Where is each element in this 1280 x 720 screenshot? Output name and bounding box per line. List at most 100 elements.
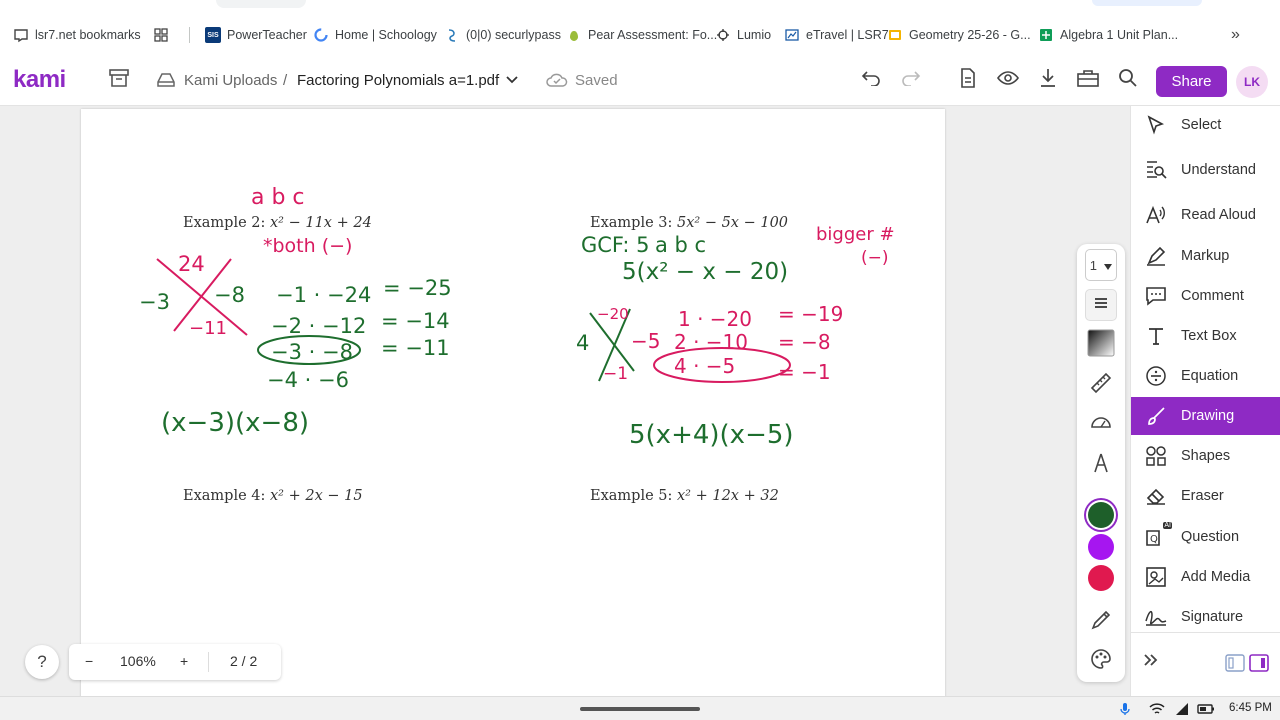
lines-icon	[1094, 296, 1108, 314]
color-picker-button[interactable]	[1085, 645, 1117, 677]
redo-button[interactable]	[898, 67, 924, 93]
ex3-sum-1: = −19	[778, 302, 843, 326]
pdf-page[interactable]: Example 2: x² − 11x + 24 Example 3: 5x² …	[81, 109, 945, 699]
undo-button[interactable]	[858, 67, 884, 93]
bookmark-securlypass[interactable]: (0|0) securlypass	[444, 22, 561, 48]
microphone-icon[interactable]	[1119, 702, 1133, 716]
layout-right-panel-button[interactable]	[1249, 654, 1269, 677]
compass-button[interactable]	[1085, 449, 1117, 481]
bookmark-schoology[interactable]: Home | Schoology	[313, 22, 437, 48]
home-bar[interactable]	[580, 707, 700, 711]
tool-select[interactable]: Select	[1131, 106, 1280, 144]
ex2-x-top: 24	[178, 252, 205, 276]
etravel-icon	[784, 27, 800, 43]
archive-button[interactable]	[106, 67, 132, 93]
color-swatch-red[interactable]	[1088, 565, 1114, 591]
eyedropper-button[interactable]	[1085, 606, 1117, 638]
kami-logo[interactable]: kami	[13, 66, 66, 94]
tool-question[interactable]: Q AI Question	[1131, 518, 1280, 556]
stroke-style-button[interactable]	[1085, 289, 1117, 321]
ex3-x-bottom: −1	[603, 364, 628, 384]
tool-equation[interactable]: Equation	[1131, 357, 1280, 395]
tool-read-aloud[interactable]: Read Aloud	[1131, 196, 1280, 234]
browser-profile-strip	[1092, 0, 1202, 6]
document-icon	[959, 67, 977, 93]
tool-eraser[interactable]: Eraser	[1131, 477, 1280, 515]
wifi-icon[interactable]	[1149, 702, 1165, 716]
tool-text-box[interactable]: Text Box	[1131, 317, 1280, 355]
tool-add-media[interactable]: Add Media	[1131, 558, 1280, 596]
tool-comment[interactable]: Comment	[1131, 277, 1280, 315]
help-button[interactable]: ?	[25, 645, 59, 679]
ex2-pair-2: −2 · −12	[271, 314, 366, 338]
toolbox-button[interactable]	[1075, 67, 1101, 93]
view-button[interactable]	[995, 67, 1021, 93]
file-menu-button[interactable]	[500, 67, 524, 93]
zoom-out-button[interactable]: −	[85, 653, 93, 669]
zoom-level[interactable]: 106%	[120, 653, 156, 669]
protractor-button[interactable]	[1085, 407, 1117, 439]
layout-left-panel-button[interactable]	[1225, 654, 1245, 677]
save-status: Saved	[575, 72, 618, 89]
download-button[interactable]	[1035, 67, 1061, 93]
color-swatch-purple[interactable]	[1088, 534, 1114, 560]
read-aloud-icon	[1143, 202, 1169, 228]
avatar[interactable]: LK	[1236, 66, 1268, 98]
stroke-size-select[interactable]: 1	[1085, 249, 1117, 281]
tool-sidebar: Select Understand Read Aloud Markup Comm…	[1130, 106, 1280, 632]
tool-signature[interactable]: Signature	[1131, 598, 1280, 636]
page-indicator[interactable]: 2 / 2	[230, 653, 257, 669]
tool-drawing[interactable]: Drawing	[1131, 397, 1280, 435]
ex2-pair-1: −1 · −24	[276, 283, 371, 307]
ex2-answer: (x−3)(x−8)	[161, 408, 309, 438]
search-icon	[1118, 68, 1138, 93]
document-viewport[interactable]: Example 2: x² − 11x + 24 Example 3: 5x² …	[0, 106, 1130, 699]
tool-shapes[interactable]: Shapes	[1131, 437, 1280, 475]
more-bookmarks-button[interactable]: »	[1231, 22, 1240, 48]
bookmark-lsr7[interactable]: lsr7.net bookmarks	[13, 22, 141, 48]
tool-understand[interactable]: Understand	[1131, 151, 1280, 189]
collapse-sidebar-button[interactable]	[1143, 653, 1159, 672]
chevron-down-icon	[1104, 258, 1113, 273]
ex3-factored: 5(x² − x − 20)	[622, 259, 788, 285]
tool-markup[interactable]: Markup	[1131, 237, 1280, 275]
bookmark-lumio[interactable]: Lumio	[715, 22, 771, 48]
zoom-divider	[208, 652, 209, 672]
gradient-opacity-icon	[1087, 329, 1115, 362]
file-name[interactable]: Factoring Polynomials a=1.pdf	[297, 72, 499, 89]
bookmark-geometry[interactable]: Geometry 25-26 - G...	[887, 22, 1031, 48]
zoom-in-button[interactable]: +	[180, 653, 188, 669]
comment-icon	[1143, 283, 1169, 309]
google-icon	[313, 27, 329, 43]
svg-text:Q: Q	[1150, 534, 1158, 545]
bookmark-pear-assessment[interactable]: Pear Assessment: Fo...	[566, 22, 717, 48]
chevron-down-icon	[506, 71, 518, 89]
bookmarks-bar: lsr7.net bookmarks SIS PowerTeacher Home…	[0, 0, 1280, 56]
signature-icon	[1143, 604, 1169, 630]
sheets-icon	[1038, 27, 1054, 43]
battery-icon[interactable]	[1197, 702, 1214, 716]
apps-grid-button[interactable]	[153, 22, 175, 48]
sis-icon: SIS	[205, 27, 221, 43]
clock[interactable]: 6:45 PM	[1229, 702, 1272, 714]
share-button[interactable]: Share	[1156, 66, 1227, 97]
signal-icon[interactable]	[1175, 702, 1189, 716]
protractor-icon	[1090, 413, 1112, 434]
bookmark-powerteacher[interactable]: SIS PowerTeacher	[205, 22, 307, 48]
search-button[interactable]	[1115, 67, 1141, 93]
ex2-x-left: −3	[139, 290, 170, 314]
ex3-gcf: GCF: 5	[581, 233, 650, 257]
ex2-abc: a b c	[251, 185, 305, 210]
ruler-button[interactable]	[1085, 369, 1117, 401]
opacity-button[interactable]	[1085, 329, 1117, 361]
color-swatch-green[interactable]	[1088, 502, 1114, 528]
bookmark-algebra[interactable]: Algebra 1 Unit Plan...	[1038, 22, 1178, 48]
ex3-bigger-note: bigger #	[816, 224, 895, 245]
equation-icon	[1143, 363, 1169, 389]
breadcrumb-folder[interactable]: Kami Uploads	[184, 72, 277, 89]
document-info-button[interactable]	[955, 67, 981, 93]
right-panel-icon	[1249, 654, 1269, 676]
palette-icon	[1090, 648, 1112, 675]
bookmark-etravel[interactable]: eTravel | LSR7	[784, 22, 889, 48]
ex2-x-bottom: −11	[189, 318, 227, 339]
